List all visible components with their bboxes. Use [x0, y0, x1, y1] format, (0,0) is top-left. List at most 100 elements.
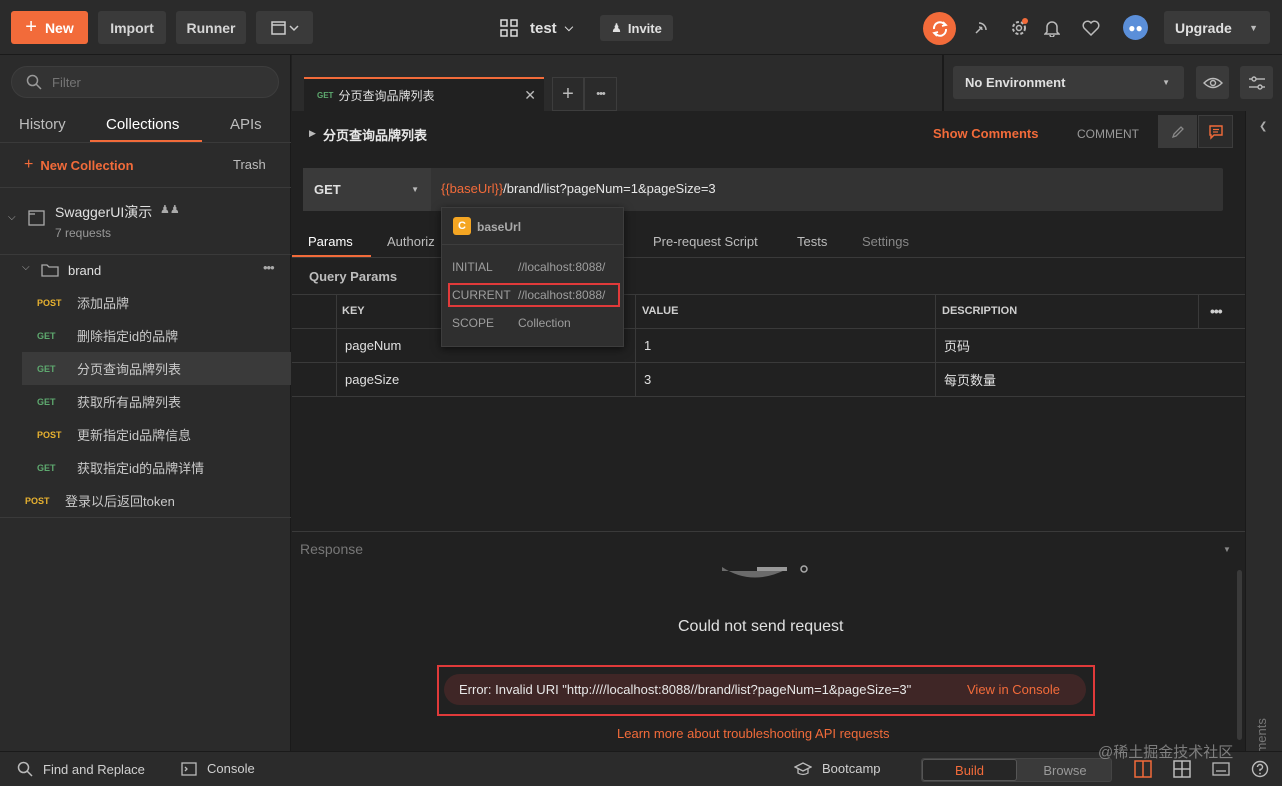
add-user-icon: ♟: [611, 21, 622, 35]
request-name: 分页查询品牌列表: [77, 362, 182, 377]
upgrade-button[interactable]: Upgrade ▼: [1164, 11, 1270, 44]
heart-icon[interactable]: [1076, 13, 1106, 43]
troubleshooting-link[interactable]: Learn more about troubleshooting API req…: [617, 726, 889, 741]
help-icon[interactable]: [1245, 754, 1275, 784]
search-icon: [17, 761, 33, 777]
view-in-console-link[interactable]: View in Console: [967, 682, 1060, 697]
manage-environments-button[interactable]: [1240, 66, 1273, 99]
environment-select[interactable]: No Environment ▼: [953, 66, 1184, 99]
workspace-switcher[interactable]: test ⌵: [500, 16, 573, 40]
param-value-cell[interactable]: 3: [644, 362, 651, 396]
comments-button[interactable]: [1198, 115, 1233, 148]
new-collection-button[interactable]: + New Collection: [24, 156, 134, 174]
satellite-icon[interactable]: [966, 13, 996, 43]
collection-name: SwaggerUI演示: [55, 204, 153, 220]
request-tab[interactable]: GET 分页查询品牌列表 ✕: [304, 77, 544, 111]
param-key-cell[interactable]: pageSize: [345, 362, 399, 396]
collection-item[interactable]: ⌵ SwaggerUI演示 ♟♟ 7 requests: [0, 188, 291, 254]
new-window-button[interactable]: [256, 11, 313, 44]
right-panel-strip: ❮ Comments: [1245, 111, 1282, 781]
more-icon[interactable]: •••: [263, 260, 275, 275]
environment-quick-look[interactable]: [1196, 66, 1229, 99]
folder-icon: [41, 264, 59, 277]
tab-settings[interactable]: Settings: [862, 234, 909, 249]
build-toggle[interactable]: Build: [922, 759, 1017, 781]
sidebar-request-item[interactable]: GET 删除指定id的品牌: [22, 319, 291, 352]
filter-input-wrapper[interactable]: [11, 66, 279, 98]
runner-button[interactable]: Runner: [176, 11, 246, 44]
tab-collections[interactable]: Collections: [106, 116, 179, 133]
param-value-cell[interactable]: 1: [644, 328, 651, 362]
more-icon[interactable]: •••: [1210, 294, 1223, 328]
sidebar-divider: [0, 142, 291, 143]
request-title: 分页查询品牌列表: [323, 128, 428, 143]
show-comments-link[interactable]: Show Comments: [933, 126, 1038, 141]
scope-badge-letter: C: [458, 220, 466, 232]
tab-apis[interactable]: APIs: [230, 116, 262, 133]
console-button[interactable]: Console: [181, 761, 255, 776]
upgrade-label: Upgrade: [1175, 19, 1232, 36]
caret-right-icon[interactable]: ▶: [309, 128, 316, 139]
find-replace-label: Find and Replace: [43, 761, 145, 777]
chevron-down-icon[interactable]: ▼: [1223, 545, 1231, 554]
caret-down-icon: ▼: [411, 185, 419, 194]
request-name: 更新指定id品牌信息: [77, 428, 192, 443]
chevron-left-icon[interactable]: ❮: [1259, 121, 1267, 132]
bell-icon[interactable]: [1037, 13, 1067, 43]
method-badge: POST: [37, 297, 62, 308]
tab-params[interactable]: Params: [308, 234, 353, 249]
settings-icon[interactable]: [1004, 13, 1034, 43]
tab-pre-request-script[interactable]: Pre-request Script: [653, 234, 758, 249]
url-bar: GET ▼ {{baseUrl}}/brand/list?pageNum=1&p…: [303, 168, 1223, 211]
new-button[interactable]: + New: [11, 11, 88, 44]
tab-options-button[interactable]: •••: [584, 77, 617, 111]
tab-method: GET: [317, 90, 334, 100]
sidebar-request-item[interactable]: GET 获取所有品牌列表: [22, 385, 291, 418]
avatar-icon: ●●: [1128, 20, 1143, 35]
folder-item-brand[interactable]: ⌵ brand •••: [0, 255, 291, 285]
bootcamp-button[interactable]: Bootcamp: [794, 761, 881, 776]
graduation-cap-icon: [794, 761, 812, 775]
sidebar-request-item[interactable]: GET 获取指定id的品牌详情: [22, 451, 291, 484]
sync-button[interactable]: [923, 12, 956, 45]
trash-button[interactable]: Trash: [233, 157, 266, 172]
param-description-cell[interactable]: 页码: [944, 328, 970, 362]
method-select[interactable]: GET ▼: [303, 168, 431, 211]
comment-label[interactable]: COMMENT: [1077, 127, 1139, 141]
response-scrollbar[interactable]: [1237, 570, 1242, 740]
browse-toggle[interactable]: Browse: [1018, 759, 1112, 781]
request-name: 获取指定id的品牌详情: [77, 461, 205, 476]
request-name: 删除指定id的品牌: [77, 329, 179, 344]
filter-input[interactable]: [52, 74, 252, 90]
tab-history[interactable]: History: [19, 116, 66, 133]
initial-label: INITIAL: [452, 260, 493, 274]
edit-button[interactable]: [1158, 115, 1197, 148]
close-icon[interactable]: ✕: [524, 87, 536, 104]
caret-down-icon: ▼: [1162, 78, 1170, 87]
table-border: [292, 328, 1245, 329]
find-replace-button[interactable]: Find and Replace: [17, 761, 145, 777]
sidebar-request-item-active[interactable]: GET 分页查询品牌列表: [22, 352, 291, 385]
import-button[interactable]: Import: [98, 11, 166, 44]
scope-value: Collection: [518, 316, 571, 330]
avatar[interactable]: ●●: [1123, 15, 1148, 40]
tab-tests[interactable]: Tests: [797, 234, 827, 249]
request-name: 登录以后返回token: [65, 494, 175, 509]
param-key-cell[interactable]: pageNum: [345, 328, 401, 362]
tab-authorization[interactable]: Authoriz: [387, 234, 435, 249]
invite-button[interactable]: ♟ Invite: [600, 15, 673, 41]
param-description-cell[interactable]: 每页数量: [944, 362, 996, 396]
environment-bar: No Environment ▼: [942, 55, 1282, 111]
table-border: [292, 396, 1245, 397]
url-input[interactable]: {{baseUrl}}/brand/list?pageNum=1&pageSiz…: [441, 181, 716, 196]
table-border: [1198, 294, 1199, 328]
workspace-name: test: [530, 19, 557, 37]
initial-value-row: INITIAL //localhost:8088/: [452, 260, 605, 274]
folder-icon: [28, 210, 45, 226]
url-variable: {{baseUrl}}: [441, 181, 504, 196]
scope-row: SCOPE Collection: [452, 316, 571, 330]
sidebar-request-item[interactable]: POST 添加品牌: [22, 286, 291, 319]
add-tab-button[interactable]: +: [552, 77, 584, 111]
sidebar-request-item[interactable]: POST 登录以后返回token: [0, 484, 291, 517]
sidebar-request-item[interactable]: POST 更新指定id品牌信息: [22, 418, 291, 451]
